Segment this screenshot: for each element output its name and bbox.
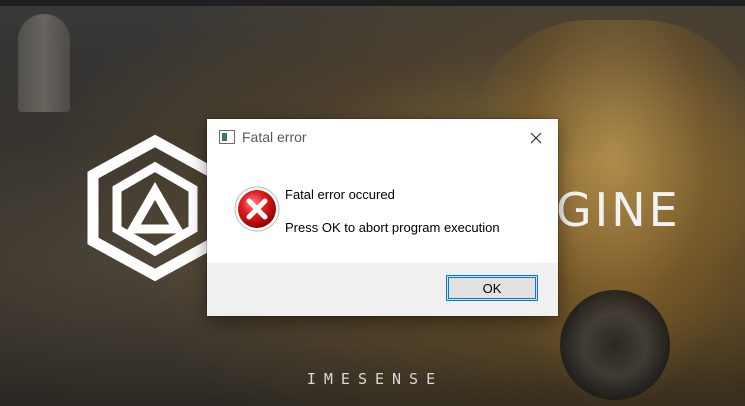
close-icon[interactable]: [525, 127, 547, 149]
ok-button[interactable]: OK: [446, 275, 538, 301]
dialog-content: Fatal error occured Press OK to abort pr…: [207, 156, 558, 263]
error-message-line2: Press OK to abort program execution: [285, 220, 500, 235]
background-gas-mask: [560, 290, 670, 400]
top-bar: [0, 0, 745, 6]
app-window-icon: [219, 130, 235, 144]
dialog-title: Fatal error: [242, 129, 307, 145]
brand-wordmark: IMESENSE: [306, 370, 444, 388]
background-tank: [18, 14, 70, 112]
error-icon: [234, 186, 280, 232]
dialog-titlebar[interactable]: Fatal error: [207, 119, 558, 156]
dialog-footer: OK: [207, 263, 558, 316]
error-message-line1: Fatal error occured: [285, 187, 395, 202]
engine-title-text: GINE: [556, 183, 681, 237]
fatal-error-dialog: Fatal error Fatal error occured Press OK…: [207, 119, 558, 316]
